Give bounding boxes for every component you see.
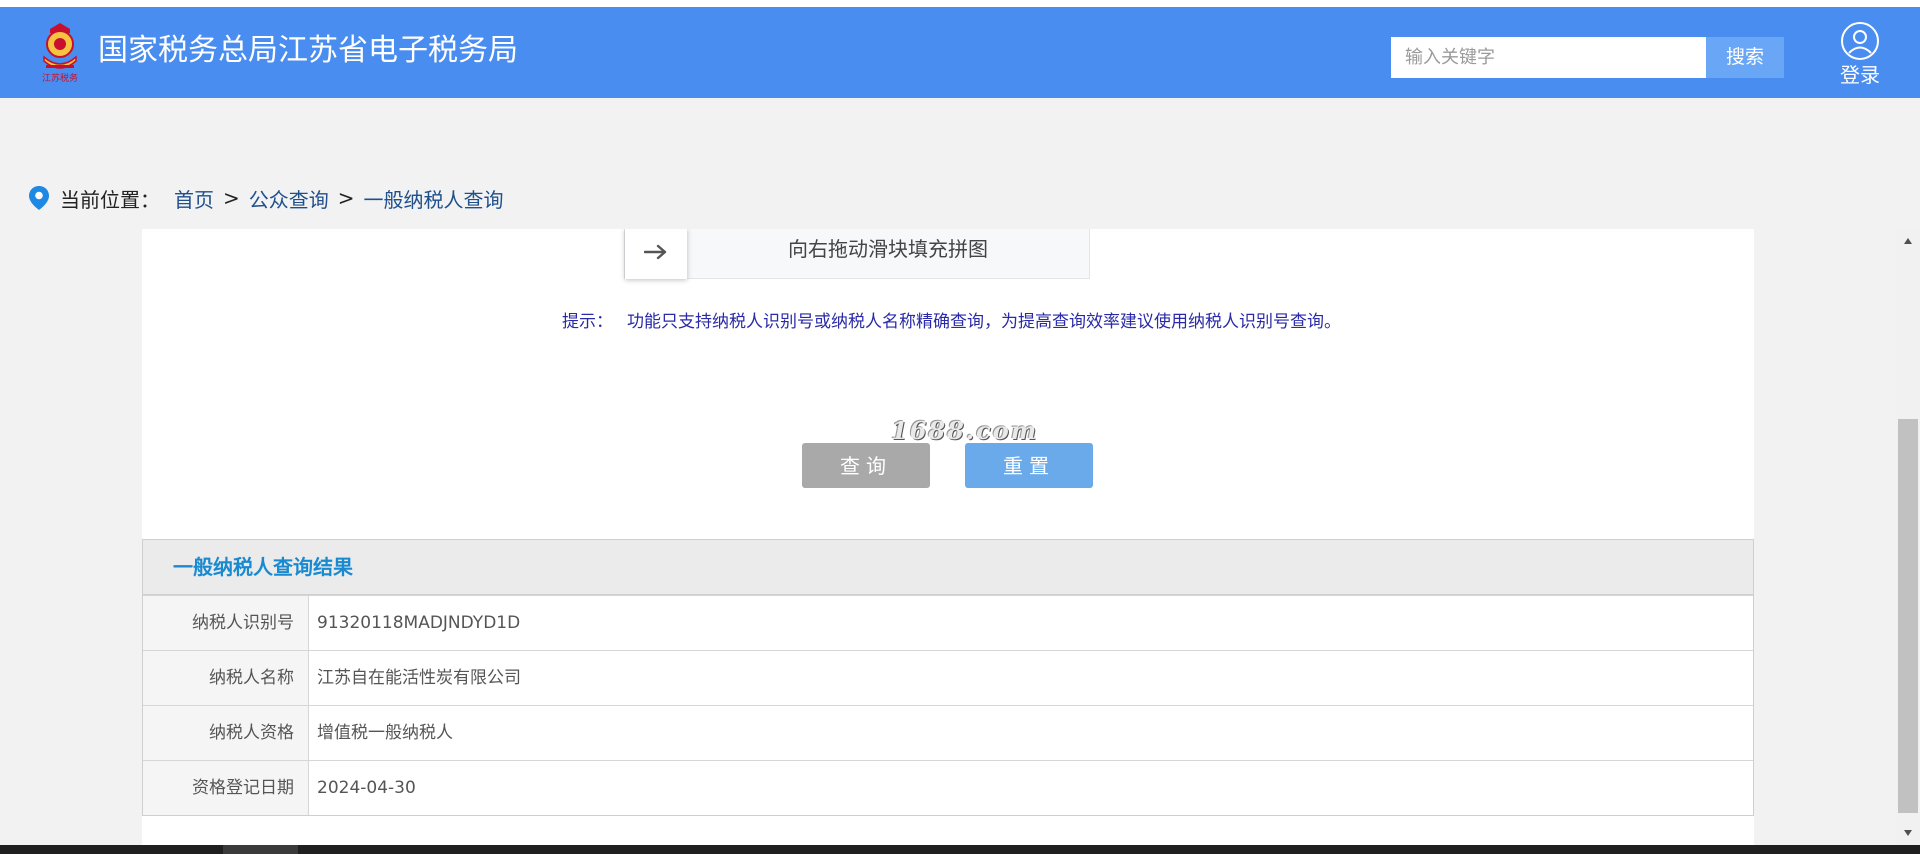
reset-button[interactable]: 重置	[965, 443, 1093, 488]
breadcrumb-separator: >	[223, 186, 240, 210]
tax-bureau-logo[interactable]: 江苏税务	[36, 17, 84, 87]
row-label: 资格登记日期	[143, 761, 309, 815]
row-value: 增值税一般纳税人	[317, 723, 453, 743]
scroll-up-icon[interactable]	[1896, 229, 1920, 253]
breadcrumb-current-page: 一般纳税人查询	[363, 187, 504, 212]
horizontal-scrollbar-thumb[interactable]	[223, 845, 298, 854]
row-label: 纳税人资格	[143, 706, 309, 760]
login-button[interactable]: 登录	[1836, 22, 1884, 88]
arrow-right-icon	[643, 244, 668, 264]
slider-handle[interactable]	[625, 229, 687, 279]
watermark: 1688.com	[891, 416, 1039, 445]
user-avatar-icon	[1841, 22, 1879, 60]
location-pin-icon	[28, 185, 50, 211]
row-label: 纳税人名称	[143, 651, 309, 705]
table-row: 纳税人识别号 91320118MADJNDYD1D	[143, 595, 1753, 650]
hint-text: 功能只支持纳税人识别号或纳税人名称精确查询，为提高查询效率建议使用纳税人识别号查…	[627, 312, 1341, 332]
search-button[interactable]: 搜索	[1706, 37, 1784, 78]
scrollbar-thumb[interactable]	[1898, 419, 1918, 813]
scroll-down-icon[interactable]	[1896, 821, 1920, 845]
breadcrumb: 当前位置： 首页 > 公众查询 > 一般纳税人查询	[28, 183, 504, 213]
query-button[interactable]: 查询	[802, 443, 930, 488]
table-row: 纳税人名称 江苏自在能活性炭有限公司	[143, 650, 1753, 705]
result-title: 一般纳税人查询结果	[143, 540, 1753, 595]
search-input[interactable]	[1391, 37, 1706, 78]
site-title[interactable]: 国家税务总局江苏省电子税务局	[98, 31, 518, 71]
row-label: 纳税人识别号	[143, 596, 309, 650]
svg-text:江苏税务: 江苏税务	[42, 72, 78, 84]
row-value: 91320118MADJNDYD1D	[317, 613, 521, 633]
top-strip	[0, 0, 1920, 7]
query-hint: 提示： 功能只支持纳税人识别号或纳税人名称精确查询，为提高查询效率建议使用纳税人识…	[562, 307, 1341, 332]
site-header: 江苏税务 国家税务总局江苏省电子税务局 搜索 登录	[0, 7, 1920, 98]
login-label: 登录	[1840, 63, 1880, 87]
row-value: 江苏自在能活性炭有限公司	[317, 668, 521, 688]
table-row: 纳税人资格 增值税一般纳税人	[143, 705, 1753, 760]
captcha-slider[interactable]: 向右拖动滑块填充拼图	[624, 229, 1090, 279]
breadcrumb-label: 当前位置：	[60, 187, 160, 212]
vertical-scrollbar[interactable]	[1896, 229, 1920, 845]
table-row: 资格登记日期 2024-04-30	[143, 760, 1753, 815]
result-table: 一般纳税人查询结果 纳税人识别号 91320118MADJNDYD1D 纳税人名…	[142, 539, 1754, 816]
breadcrumb-separator: >	[337, 186, 355, 210]
hint-label: 提示：	[562, 312, 613, 332]
breadcrumb-public-query-link[interactable]: 公众查询	[249, 184, 329, 213]
breadcrumb-home-link[interactable]: 首页	[174, 184, 214, 213]
slider-instruction: 向右拖动滑块填充拼图	[788, 237, 988, 261]
horizontal-scrollbar[interactable]	[0, 845, 1920, 854]
main-content: 向右拖动滑块填充拼图 提示： 功能只支持纳税人识别号或纳税人名称精确查询，为提高查…	[142, 229, 1754, 854]
row-value: 2024-04-30	[317, 778, 416, 798]
